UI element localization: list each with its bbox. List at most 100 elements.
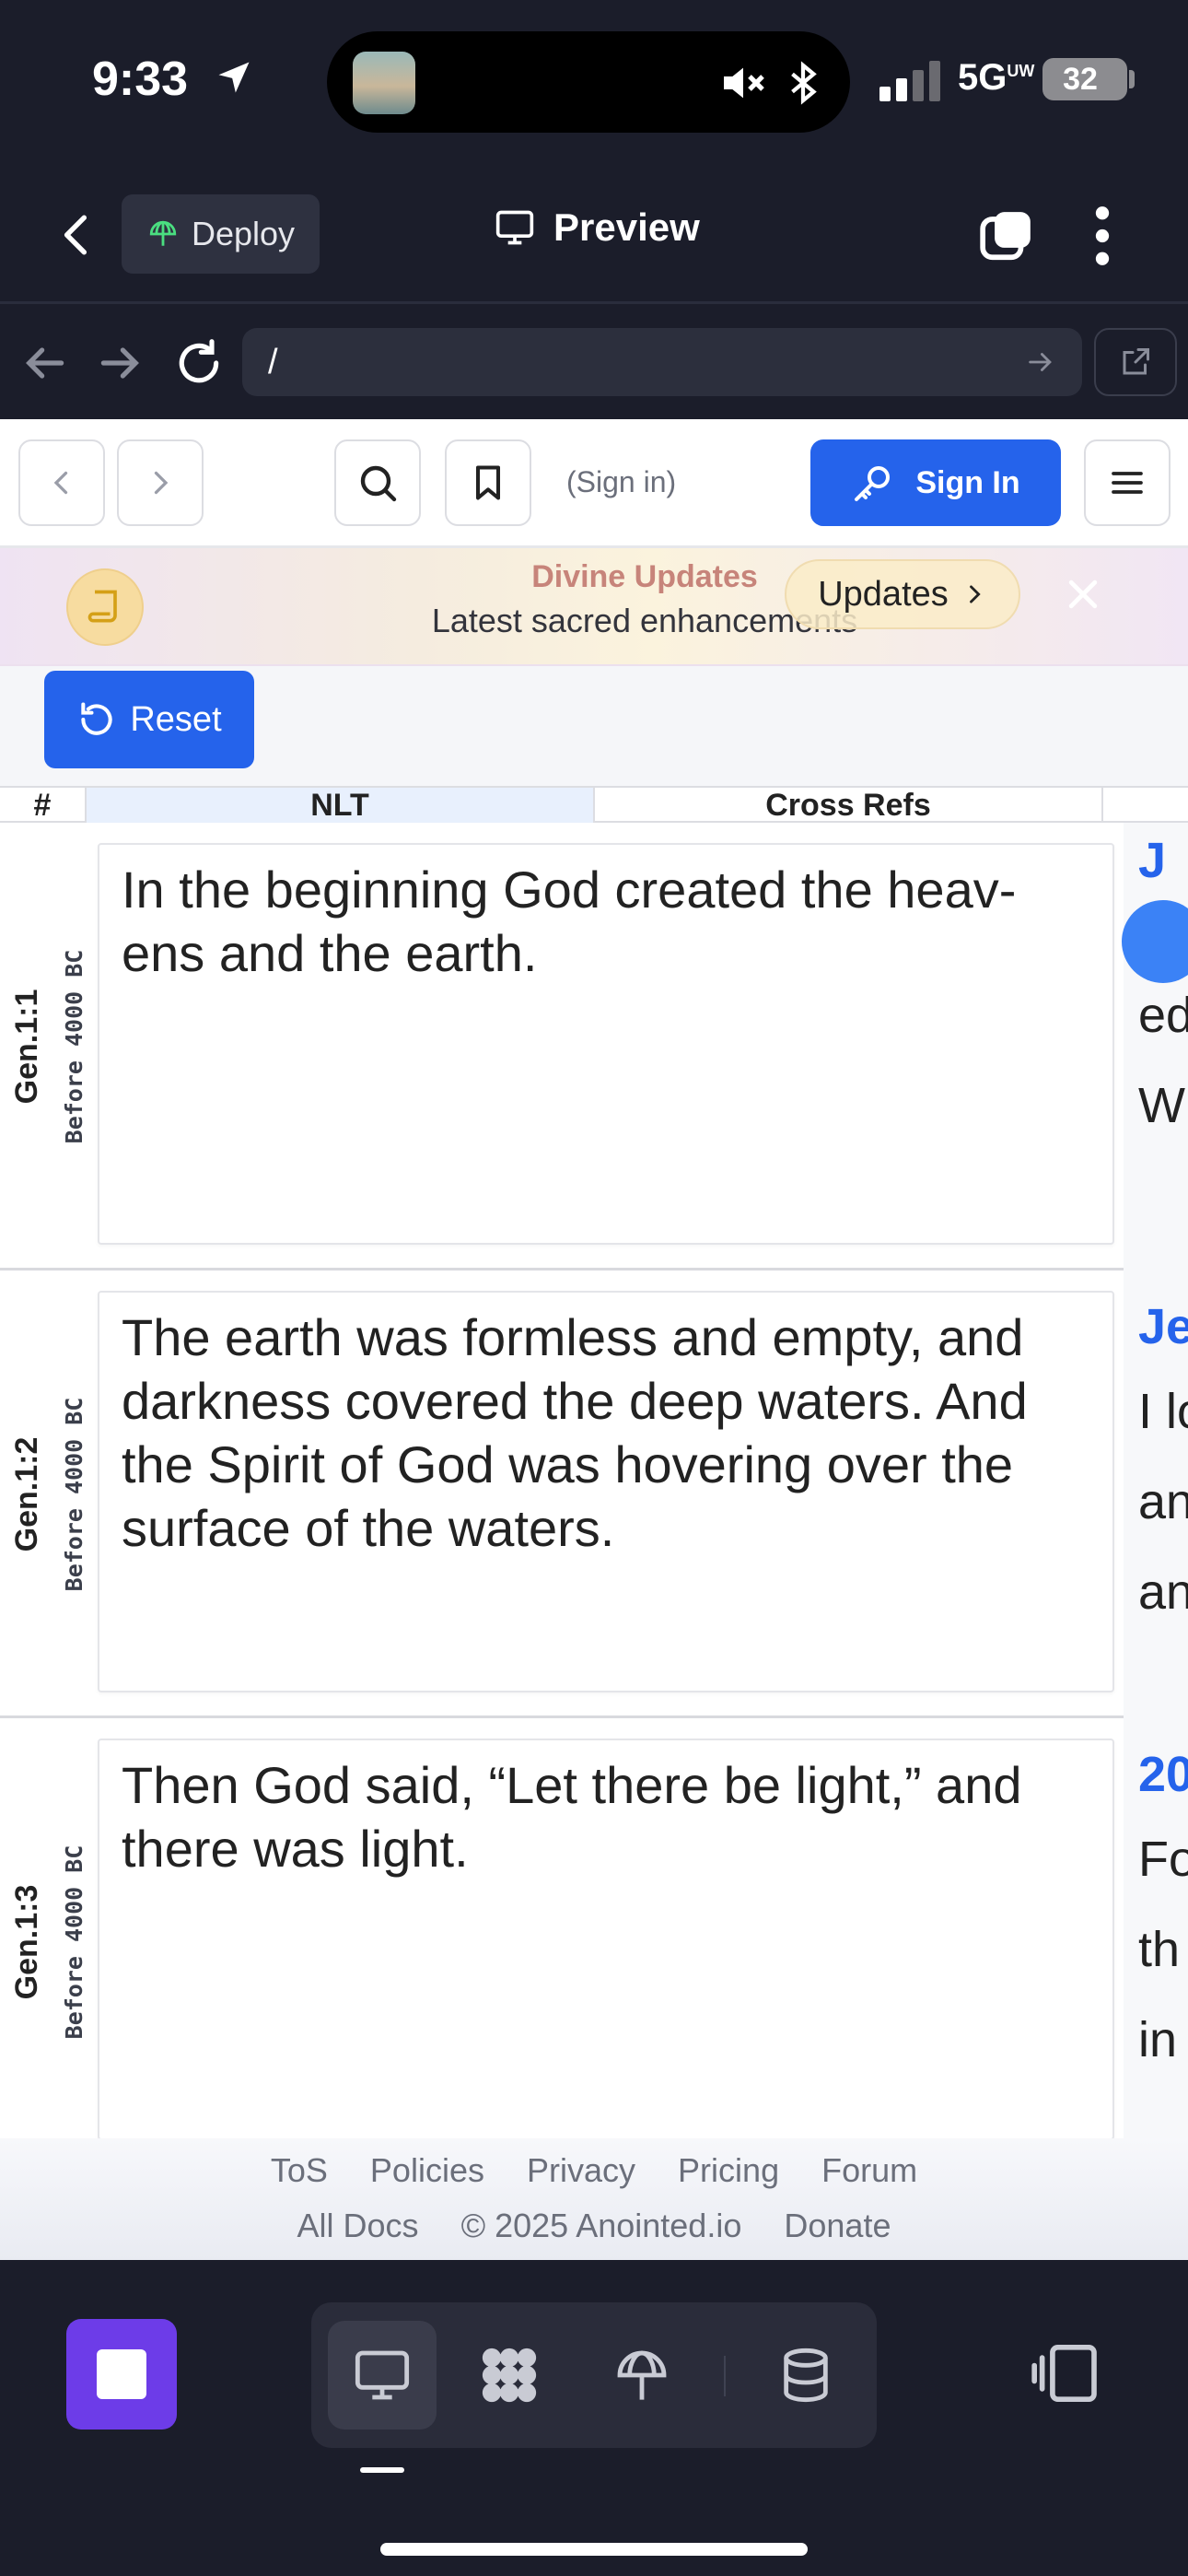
search-button[interactable] [334, 439, 421, 526]
verse-ref[interactable]: Gen.1:3 [9, 1718, 45, 2166]
footer-link-forum[interactable]: Forum [821, 2151, 917, 2189]
updates-button[interactable]: Updates [785, 559, 1020, 629]
verse-text: Then God said, “Let there be light,” and… [122, 1756, 1022, 1878]
reset-label: Reset [130, 699, 222, 739]
column-header-cross-refs[interactable]: Cross Refs [595, 788, 1103, 823]
verse-date: Before 4000 BC [61, 1844, 87, 2040]
go-arrow-icon[interactable] [1025, 346, 1056, 378]
updates-label: Updates [818, 574, 949, 614]
footer-link-all-docs[interactable]: All Docs [297, 2207, 419, 2244]
footer-link-policies[interactable]: Policies [370, 2151, 484, 2189]
cross-ref-text: Fo [1138, 1832, 1188, 1887]
verse-card[interactable]: Then God said, “Let there be light,” and… [98, 1739, 1114, 2140]
tabs-icon[interactable] [978, 207, 1035, 264]
preview-view-tab[interactable] [328, 2321, 437, 2430]
table-header: # NLT Cross Refs [0, 786, 1188, 823]
chevron-right-icon [969, 585, 981, 603]
cross-ref-title[interactable]: Je [1138, 1298, 1188, 1355]
deploy-icon [149, 220, 177, 246]
verse-card[interactable]: The earth was formless and empty, and da… [98, 1291, 1114, 1692]
location-arrow-icon [218, 62, 250, 93]
network-indicator: 5GUW [958, 57, 1035, 98]
deploy-button[interactable]: Deploy [122, 194, 320, 274]
footer-link-privacy[interactable]: Privacy [527, 2151, 635, 2189]
column-header-nlt[interactable]: NLT [87, 788, 595, 823]
battery-indicator: 32 [1042, 58, 1127, 100]
database-view-tab[interactable] [751, 2321, 860, 2430]
close-icon[interactable] [1063, 574, 1103, 615]
bookmark-button[interactable] [445, 439, 531, 526]
site-footer: ToS Policies Privacy Pricing Forum All D… [0, 2138, 1188, 2260]
verse-ref[interactable]: Gen.1:2 [9, 1270, 45, 1718]
stop-button[interactable] [66, 2319, 177, 2430]
verse-card[interactable]: In the beginning God created the heav-en… [98, 843, 1114, 1245]
preview-label: Preview [553, 205, 700, 249]
verse-date: Before 4000 BC [61, 1397, 87, 1592]
reset-button[interactable]: Reset [44, 671, 254, 768]
cross-refs-cell[interactable]: 20 Fo th in [1124, 1718, 1188, 2166]
chevron-right-icon [154, 471, 169, 495]
cross-ref-text: ed [1138, 988, 1188, 1043]
apps-view-tab[interactable] [455, 2321, 564, 2430]
cross-ref-title[interactable]: 20 [1138, 1746, 1188, 1803]
chevron-left-icon [53, 471, 68, 495]
switcher-divider [724, 2356, 726, 2396]
deploy-view-tab[interactable] [588, 2321, 696, 2430]
cross-refs-cell[interactable]: Je I lo an an [1124, 1270, 1188, 1718]
url-input[interactable]: / [242, 328, 1082, 396]
cross-ref-title[interactable]: J [1138, 832, 1166, 889]
verse-reference: Gen.1:2 Before 4000 BC [9, 1270, 97, 1718]
web-content: (Sign in) Sign In Divine Updates Latest … [0, 419, 1188, 2260]
prev-button[interactable] [18, 439, 105, 526]
browser-bar: / [0, 304, 1188, 419]
signal-icon [879, 61, 940, 101]
panel-icon[interactable] [1031, 2345, 1100, 2402]
stop-icon [97, 2349, 146, 2399]
footer-link-tos[interactable]: ToS [271, 2151, 328, 2189]
database-icon [784, 2348, 828, 2403]
chevron-left-icon[interactable] [53, 207, 99, 263]
footer-copyright: © 2025 Anointed.io [460, 2207, 742, 2244]
arrow-right-icon[interactable] [95, 337, 146, 389]
cross-ref-text: in [1138, 2012, 1178, 2067]
key-icon [855, 466, 891, 501]
verse-reference: Gen.1:3 Before 4000 BC [9, 1718, 97, 2166]
deploy-label: Deploy [192, 215, 296, 252]
cross-ref-text: I lo [1138, 1384, 1188, 1439]
arrow-left-icon[interactable] [18, 337, 70, 389]
mute-icon [724, 67, 764, 99]
reset-area: Reset [0, 666, 1188, 786]
app-header: Deploy Preview [0, 161, 1188, 304]
monitor-icon [355, 2350, 410, 2400]
verse-date: Before 4000 BC [61, 949, 87, 1144]
verse-ref[interactable]: Gen.1:1 [9, 823, 45, 1270]
deploy-tab-icon [617, 2350, 667, 2400]
cross-ref-text: an [1138, 1474, 1188, 1529]
verse-reference: Gen.1:1 Before 4000 BC [9, 823, 97, 1270]
menu-button[interactable] [1084, 439, 1171, 526]
footer-link-pricing[interactable]: Pricing [678, 2151, 779, 2189]
footer-link-donate[interactable]: Donate [784, 2207, 891, 2244]
signin-hint: (Sign in) [566, 465, 677, 498]
banner-title: Divine Updates [531, 559, 758, 594]
cross-ref-text: W [1138, 1078, 1185, 1133]
more-vertical-icon[interactable] [1089, 205, 1116, 266]
battery-cap [1129, 70, 1135, 88]
footer-links-row: All Docs © 2025 Anointed.io Donate [0, 2207, 1188, 2245]
preview-tab[interactable]: Preview [493, 205, 700, 250]
status-bar: 9:33 5GUW 32 [0, 0, 1188, 161]
next-button[interactable] [117, 439, 204, 526]
url-text: / [268, 342, 278, 381]
verse-text: The earth was formless and empty, and da… [122, 1308, 1028, 1557]
open-external-button[interactable] [1094, 328, 1177, 396]
home-indicator [380, 2543, 808, 2556]
view-switcher [311, 2302, 877, 2448]
footer-links-row: ToS Policies Privacy Pricing Forum [0, 2151, 1188, 2190]
reload-icon[interactable] [173, 337, 225, 389]
sign-in-button[interactable]: Sign In [810, 439, 1061, 526]
now-playing-thumbnail [353, 52, 415, 114]
cross-refs-cell[interactable]: J In ed W [1124, 823, 1188, 1270]
verse-text: In the beginning God created the heav-en… [122, 861, 1017, 982]
column-header-number: # [0, 788, 87, 823]
monitor-icon [495, 210, 534, 245]
